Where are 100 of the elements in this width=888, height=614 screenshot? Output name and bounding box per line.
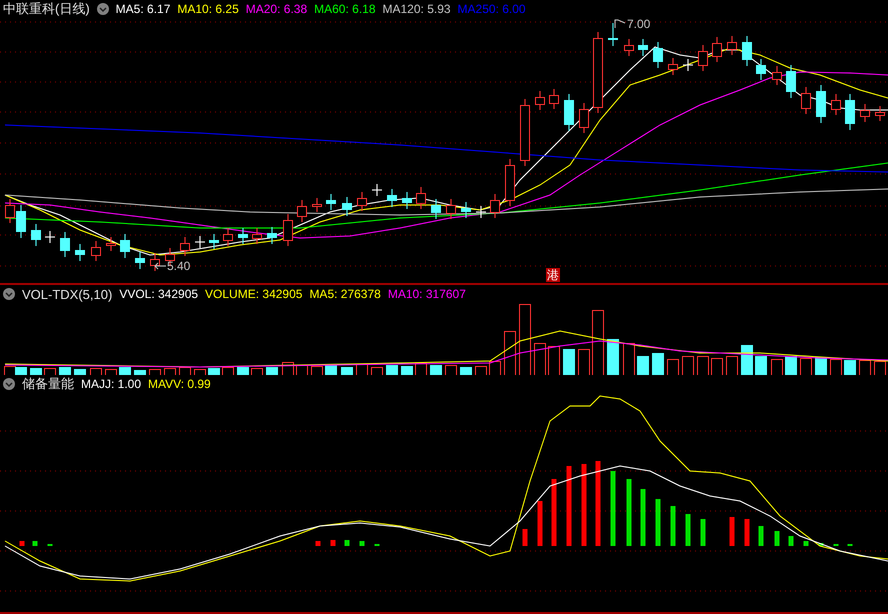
volume-bar xyxy=(30,368,42,375)
dropdown-icon[interactable] xyxy=(3,378,15,390)
candlestick xyxy=(372,184,382,196)
volume-bar xyxy=(667,359,679,375)
candlestick xyxy=(742,36,752,66)
candlestick xyxy=(520,98,530,166)
indicator-value: MA5: 276378 xyxy=(309,287,381,301)
candlestick xyxy=(845,94,855,130)
volume-bar xyxy=(578,349,590,375)
candlestick xyxy=(698,44,708,72)
volume-bar xyxy=(296,365,308,375)
candlestick xyxy=(387,188,397,208)
dropdown-icon[interactable] xyxy=(96,3,109,15)
volume-bar xyxy=(830,359,842,375)
volume-bar xyxy=(726,356,738,375)
candlestick xyxy=(860,104,870,122)
volume-bar xyxy=(504,331,516,375)
candlestick xyxy=(223,228,233,246)
indicator-bar xyxy=(818,543,824,546)
volume-bar xyxy=(222,367,234,375)
volume-bar xyxy=(179,367,191,375)
volume-bar xyxy=(711,358,723,375)
volume-bar xyxy=(208,368,220,375)
volume-bar xyxy=(489,361,501,375)
indicator-bar xyxy=(758,526,764,546)
candlestick xyxy=(44,230,56,244)
indicator-value: MA10: 6.25 xyxy=(177,2,239,16)
candlestick xyxy=(238,228,248,244)
volume-bar xyxy=(356,364,368,375)
volume-bar xyxy=(134,370,146,375)
indicator-bar xyxy=(360,541,364,546)
candlestick xyxy=(75,244,85,262)
indicator-bar xyxy=(20,541,24,546)
candlestick xyxy=(252,228,262,244)
volume-bar xyxy=(164,368,176,375)
candlestick xyxy=(608,22,618,46)
volume-bar xyxy=(859,360,871,375)
indicator-bar xyxy=(626,479,632,546)
indicator-value: MA60: 6.18 xyxy=(314,2,376,16)
indicator-value: MAVV: 0.99 xyxy=(148,377,211,391)
indicator-bar xyxy=(804,541,808,546)
volume-bar xyxy=(741,345,753,375)
candlestick xyxy=(549,88,559,110)
chart-title: 中联重科(日线) xyxy=(3,0,90,18)
candlestick xyxy=(875,106,885,122)
dropdown-icon[interactable] xyxy=(3,288,15,300)
indicator-bar xyxy=(744,519,750,546)
candlestick xyxy=(431,198,441,220)
candlestick xyxy=(5,198,15,224)
volume-bar xyxy=(785,356,797,375)
candlestick xyxy=(342,196,352,216)
volume-bar xyxy=(623,343,635,375)
candlestick xyxy=(668,58,678,76)
indicator-bar xyxy=(774,531,780,546)
volume-bar xyxy=(800,358,812,375)
indicator-value: MAJJ: 1.00 xyxy=(81,377,142,391)
volume-bar xyxy=(401,366,413,375)
indicator-bar xyxy=(700,519,706,546)
candlestick xyxy=(756,58,766,80)
candlestick xyxy=(135,252,145,270)
indicator-bar xyxy=(552,479,556,546)
indicator-bar xyxy=(344,540,350,546)
chart-title: 储备量能 xyxy=(22,375,74,393)
volume-bar xyxy=(697,356,709,375)
volume-bar xyxy=(90,368,102,375)
candlestick xyxy=(476,206,486,218)
volume-bar xyxy=(771,359,783,375)
candlestick xyxy=(326,194,336,210)
indicator-bar xyxy=(640,489,646,546)
volume-bar xyxy=(251,368,263,375)
indicator-value: MA20: 6.38 xyxy=(246,2,308,16)
indicator-bar xyxy=(330,540,336,546)
candlestick xyxy=(106,236,116,252)
indicator-value: MA250: 6.00 xyxy=(458,2,526,16)
volume-bar xyxy=(652,353,664,375)
candlestick xyxy=(357,192,367,212)
candlestick xyxy=(416,186,426,210)
candlestick xyxy=(638,38,648,56)
indicator-bar xyxy=(730,517,734,546)
volume-bar xyxy=(119,367,131,375)
candlestick xyxy=(209,234,219,250)
high-price-label: 7.00 xyxy=(627,17,650,31)
volume-bar xyxy=(4,366,16,375)
candlestick xyxy=(297,200,307,222)
candlestick xyxy=(16,204,26,238)
candlestick xyxy=(490,194,500,218)
candlestick xyxy=(564,94,574,132)
candlestick xyxy=(727,36,737,56)
indicator-bar xyxy=(686,514,690,546)
candlestick xyxy=(60,232,70,258)
market-badge: 港 xyxy=(546,268,560,282)
candlestick xyxy=(579,102,589,134)
candlestick xyxy=(772,66,782,86)
indicator-value: MA5: 6.17 xyxy=(116,2,170,16)
indicator-bar xyxy=(32,541,38,546)
volume-bar xyxy=(682,356,694,375)
volume-bar xyxy=(445,365,457,375)
volume-bar xyxy=(637,356,649,375)
volume-bar xyxy=(386,365,398,375)
volume-bar xyxy=(311,366,323,375)
